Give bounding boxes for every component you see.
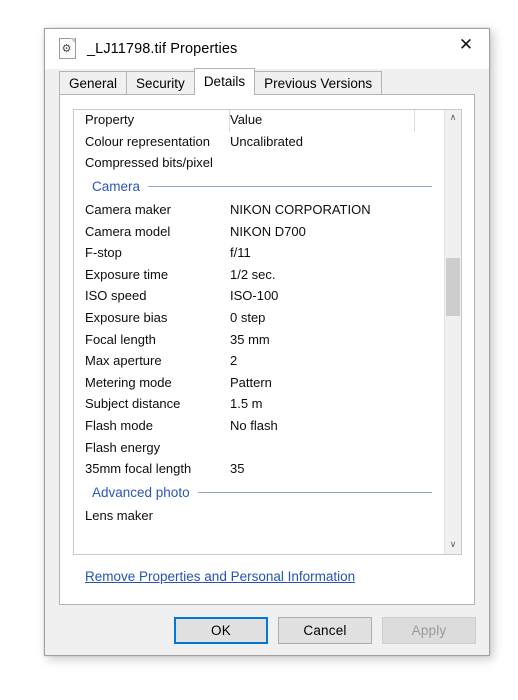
cancel-button[interactable]: Cancel [278,616,372,644]
details-row-value[interactable]: Pattern [229,375,444,390]
details-row[interactable]: F-stop f/11 [74,242,444,264]
details-row-property: Exposure time [85,266,169,282]
details-group-header: Advanced photo [74,480,444,505]
tab-panel-details: Property Value Colour representation Unca… [59,94,475,605]
details-row-value[interactable]: 2 [229,353,444,368]
details-row[interactable]: Subject distance 1.5 m [74,393,444,415]
properties-dialog: ⚙ _LJ11798.tif Properties ✕ General Secu… [44,28,490,656]
tab-general[interactable]: General [59,71,128,94]
dialog-footer: OK Cancel Apply [45,605,489,655]
details-row-value[interactable]: NIKON D700 [229,224,444,239]
details-row-value[interactable]: ISO-100 [229,288,444,303]
details-row-property: F-stop [85,245,122,261]
details-row[interactable]: Max aperture 2 [74,350,444,372]
details-row[interactable]: Compressed bits/pixel [74,152,444,174]
details-row-property: Flash mode [85,418,153,434]
details-row-value[interactable]: NIKON CORPORATION [229,202,444,217]
details-row[interactable]: Flash mode No flash [74,415,444,437]
details-list: Property Value Colour representation Unca… [74,110,444,526]
tab-security[interactable]: Security [126,71,195,94]
details-row-property: Metering mode [85,374,172,390]
page-root: ⚙ _LJ11798.tif Properties ✕ General Secu… [0,0,518,700]
details-row-value[interactable]: 35 [229,461,444,476]
details-row[interactable]: Metering mode Pattern [74,372,444,394]
details-row[interactable]: Colour representation Uncalibrated [74,131,444,153]
details-scrollbar[interactable]: ∧ ∨ [444,110,461,554]
details-group-header: Camera [74,174,444,199]
column-header-property[interactable]: Property [74,112,229,127]
details-group-title: Advanced photo [92,484,190,500]
details-row[interactable]: Camera maker NIKON CORPORATION [74,199,444,221]
details-row-value[interactable]: f/11 [229,245,444,260]
details-row-value[interactable]: Uncalibrated [229,134,444,149]
details-row[interactable]: Camera model NIKON D700 [74,220,444,242]
details-row[interactable]: Exposure time 1/2 sec. [74,264,444,286]
details-row-value[interactable]: 0 step [229,310,444,325]
group-divider [148,185,432,187]
details-row-property: Exposure bias [85,310,168,326]
dialog-title: _LJ11798.tif Properties [87,41,238,57]
scrollbar-thumb[interactable] [446,258,460,316]
ok-button[interactable]: OK [174,616,268,644]
details-row-value[interactable]: No flash [229,418,444,433]
scroll-down-icon[interactable]: ∨ [445,537,461,554]
group-divider [197,491,432,493]
details-row[interactable]: ISO speed ISO-100 [74,285,444,307]
details-header-row: Property Value [74,110,444,131]
details-list-viewport: Property Value Colour representation Unca… [74,110,444,554]
details-listbox[interactable]: Property Value Colour representation Unca… [73,109,462,555]
details-row[interactable]: Lens maker [74,505,444,527]
tab-previous-versions[interactable]: Previous Versions [254,71,383,94]
details-row-value[interactable]: 1/2 sec. [229,267,444,282]
details-row[interactable]: Exposure bias 0 step [74,307,444,329]
details-group-title: Camera [92,178,141,194]
column-header-value[interactable]: Value [229,112,444,127]
tab-strip: General Security Details Previous Versio… [45,68,489,95]
details-row-property: Flash energy [85,439,161,455]
details-row[interactable]: Flash energy [74,436,444,458]
remove-properties-link[interactable]: Remove Properties and Personal Informati… [85,569,355,584]
details-row[interactable]: Focal length 35 mm [74,328,444,350]
details-row-property: Colour representation [85,133,211,149]
details-row-property: Max aperture [85,353,162,369]
file-document-icon: ⚙ [58,38,77,59]
scroll-up-icon[interactable]: ∧ [445,110,461,127]
details-row-property: Compressed bits/pixel [85,155,213,171]
details-row-property: Focal length [85,331,156,347]
details-row-property: Camera maker [85,202,171,218]
details-row[interactable]: 35mm focal length 35 [74,458,444,480]
details-row-property: Subject distance [85,396,181,412]
dialog-titlebar: ⚙ _LJ11798.tif Properties ✕ [45,29,489,69]
details-row-value[interactable]: 1.5 m [229,396,444,411]
details-row-property: 35mm focal length [85,461,192,477]
details-row-property: ISO speed [85,288,147,304]
tab-details[interactable]: Details [193,68,256,95]
details-row-property: Lens maker [85,507,153,523]
apply-button: Apply [382,616,476,644]
details-row-value[interactable]: 35 mm [229,332,444,347]
close-icon[interactable]: ✕ [443,29,489,61]
details-row-property: Camera model [85,223,171,239]
